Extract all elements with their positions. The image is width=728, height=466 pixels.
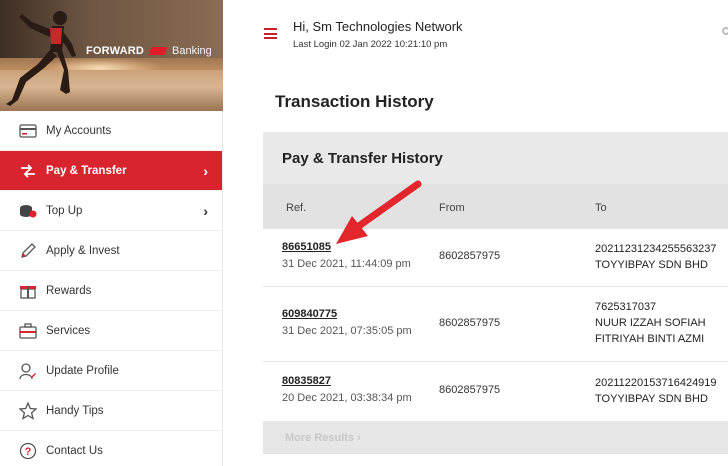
transaction-to-name: TOYYIBPAY SDN BHD — [595, 259, 708, 271]
column-header-ref: Ref. — [286, 202, 307, 214]
sidebar-item-label: Handy Tips — [46, 404, 104, 417]
greeting: Hi, Sm Technologies Network — [293, 19, 463, 34]
brand-logo-mark — [148, 47, 168, 55]
star-icon — [18, 401, 38, 421]
coins-icon — [18, 201, 38, 221]
card-icon — [18, 121, 38, 141]
question-icon: ? — [18, 441, 38, 461]
transaction-from: 8602857975 — [439, 317, 501, 329]
card-title: Pay & Transfer History — [263, 132, 728, 184]
sidebar-item-contact-us[interactable]: ? Contact Us — [0, 431, 222, 466]
chevron-right-icon: › — [203, 163, 208, 179]
sidebar-item-label: Pay & Transfer — [46, 164, 127, 177]
column-header-to: To — [595, 202, 607, 214]
transaction-ref-link[interactable]: 80835827 — [282, 375, 331, 387]
sidebar-item-top-up[interactable]: Top Up › — [0, 191, 222, 231]
sidebar-item-services[interactable]: Services — [0, 311, 222, 351]
sidebar-item-label: Update Profile — [46, 364, 119, 377]
pen-icon — [18, 241, 38, 261]
sidebar-item-apply-invest[interactable]: Apply & Invest — [0, 231, 222, 271]
chevron-right-icon: › — [203, 203, 208, 219]
transaction-to-name-cont: FITRIYAH BINTI AZMI — [595, 333, 705, 345]
transaction-from: 8602857975 — [439, 250, 501, 262]
brand-banking: Banking — [172, 45, 212, 57]
last-login: Last Login 02 Jan 2022 10:21:10 pm — [293, 39, 448, 50]
sidebar-item-handy-tips[interactable]: Handy Tips — [0, 391, 222, 431]
sidebar-item-pay-transfer[interactable]: Pay & Transfer › — [0, 151, 222, 191]
hero-banner: FORWARD Banking — [0, 0, 223, 111]
gift-icon — [18, 281, 38, 301]
transaction-date: 31 Dec 2021, 11:44:09 pm — [282, 258, 411, 270]
sidebar-menu: My Accounts Pay & Transfer › Top Up › Ap… — [0, 111, 222, 466]
brand-forward: FORWARD — [86, 45, 145, 57]
transaction-to-account: 20211220153716424919 — [595, 377, 717, 389]
sidebar-item-label: Apply & Invest — [46, 244, 120, 257]
runner-image — [6, 11, 76, 106]
main-content: Hi, Sm Technologies Network Last Login 0… — [224, 0, 728, 466]
sidebar-item-update-profile[interactable]: Update Profile — [0, 351, 222, 391]
transaction-ref-link[interactable]: 609840775 — [282, 308, 337, 320]
sidebar-item-label: My Accounts — [46, 124, 112, 137]
transaction-from: 8602857975 — [439, 384, 501, 396]
transaction-to: 20211231234255563237 TOYYIBPAY SDN BHD — [595, 241, 717, 273]
svg-text:?: ? — [25, 446, 32, 458]
table-row[interactable]: 609840775 31 Dec 2021, 07:35:05 pm 86028… — [263, 286, 728, 361]
transaction-date: 20 Dec 2021, 03:38:34 pm — [282, 392, 412, 404]
sidebar-item-rewards[interactable]: Rewards — [0, 271, 222, 311]
transaction-to: 7625317037 NUUR IZZAH SOFIAH FITRIYAH BI… — [595, 299, 706, 347]
more-results-link[interactable]: More Results › — [263, 421, 728, 454]
sidebar-item-label: Top Up — [46, 204, 83, 217]
sidebar-item-label: Contact Us — [46, 444, 103, 457]
sidebar-item-label: Rewards — [46, 284, 92, 297]
table-row[interactable]: 80835827 20 Dec 2021, 03:38:34 pm 860285… — [263, 361, 728, 421]
annotation-arrow-icon — [336, 180, 422, 244]
sidebar-item-label: Services — [46, 324, 91, 337]
transaction-to-name: TOYYIBPAY SDN BHD — [595, 393, 708, 405]
page-title: Transaction History — [275, 92, 434, 111]
transaction-to-name: NUUR IZZAH SOFIAH — [595, 317, 706, 329]
sidebar: FORWARD Banking My Accounts Pay & Transf… — [0, 0, 223, 466]
transaction-ref-link[interactable]: 86651085 — [282, 241, 331, 253]
transfer-icon — [18, 161, 38, 181]
user-edit-icon — [18, 361, 38, 381]
briefcase-icon — [18, 321, 38, 341]
column-header-from: From — [439, 202, 465, 214]
transaction-to: 20211220153716424919 TOYYIBPAY SDN BHD — [595, 375, 717, 407]
sidebar-item-my-accounts[interactable]: My Accounts — [0, 111, 222, 151]
transaction-date: 31 Dec 2021, 07:35:05 pm — [282, 325, 412, 337]
profile-indicator-icon[interactable] — [722, 27, 728, 35]
transaction-to-account: 20211231234255563237 — [595, 243, 717, 255]
hamburger-menu-icon[interactable] — [264, 28, 277, 39]
transaction-to-account: 7625317037 — [595, 301, 657, 313]
